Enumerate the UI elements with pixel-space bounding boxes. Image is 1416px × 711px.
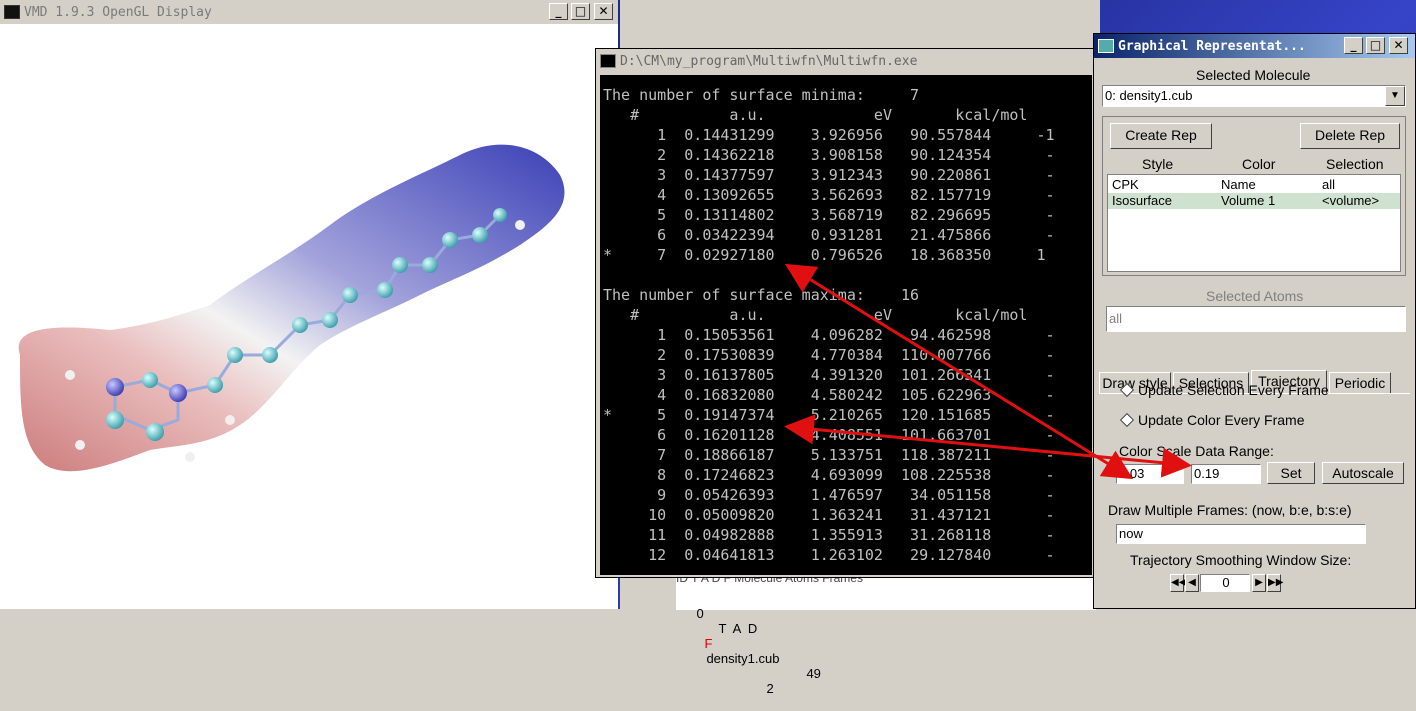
maxima-row: 6 0.16201128 4.408551 101.663701 - [603,426,1055,444]
update-color-option[interactable]: Update Color Every Frame [1119,412,1305,428]
maxima-row: 7 0.18866187 5.133751 118.387211 - [603,446,1055,464]
double-left-arrow-icon[interactable]: ◀◀ [1170,574,1186,592]
rep-color: Name [1221,177,1256,192]
close-button[interactable]: ✕ [1389,37,1408,54]
maximize-button[interactable]: □ [571,3,590,20]
minimize-button[interactable]: _ [549,3,568,20]
double-right-arrow-icon[interactable]: ▶▶ [1267,574,1283,592]
rep-selection: <volume> [1322,193,1380,208]
molecule-dropdown[interactable]: 0: density1.cub ▼ [1102,85,1406,107]
radio-diamond-icon[interactable] [1119,382,1135,398]
range-max-field[interactable]: 0.19 [1191,464,1261,484]
minima-row: 1 0.14431299 3.926956 90.557844 -1 [603,126,1055,144]
maxima-row: 9 0.05426393 1.476597 34.051158 - [603,486,1055,504]
maxima-row: 4 0.16832080 4.580242 105.622963 - [603,386,1055,404]
create-rep-button[interactable]: Create Rep [1110,123,1212,149]
console-window-title: D:\CM\my_program\Multiwfn\Multiwfn.exe [620,53,918,69]
col-header-color: Color [1242,156,1276,172]
rep-app-icon [1098,39,1114,53]
rep-titlebar[interactable]: Graphical Representat... _ □ ✕ [1094,34,1415,58]
close-button[interactable]: ✕ [594,3,613,20]
maxima-row: 11 0.04982888 1.355913 31.268118 - [603,526,1055,544]
minima-column-header: # a.u. eV kcal/mol [603,106,1028,124]
rep-selection: all [1322,177,1336,192]
maxima-row: 8 0.17246823 4.693099 108.225538 - [603,466,1055,484]
minima-row: 3 0.14377597 3.912343 90.220861 - [603,166,1055,184]
molecule-viewport[interactable] [0,25,618,609]
molecule-frames: 2 [766,681,774,696]
molecule-list-row[interactable]: 0 T A D F density1.cub 49 2 [682,591,821,711]
update-selection-label: Update Selection Every Frame [1138,382,1329,398]
tab-periodic[interactable]: Periodic [1329,372,1391,394]
maxima-header: The number of surface maxima: 16 [603,286,920,304]
molecule-flags[interactable]: T A D [718,621,757,636]
left-arrow-icon[interactable]: ◀ [1185,574,1199,592]
minima-row: 4 0.13092655 3.562693 82.157719 - [603,186,1055,204]
color-scale-label: Color Scale Data Range: [1119,443,1274,459]
maxima-row: 1 0.15053561 4.096282 94.462598 - [603,326,1055,344]
delete-rep-button[interactable]: Delete Rep [1300,123,1400,149]
rep-color: Volume 1 [1221,193,1276,208]
minima-row: 2 0.14362218 3.908158 90.124354 - [603,146,1055,164]
molecule-id: 0 [696,606,704,621]
maxima-row: 12 0.04641813 1.263102 29.127840 - [603,546,1055,564]
maxima-row: 3 0.16137805 4.391320 101.266341 - [603,366,1055,384]
minimize-button[interactable]: _ [1344,37,1363,54]
console-window[interactable]: D:\CM\my_program\Multiwfn\Multiwfn.exe T… [595,48,1095,578]
update-color-label: Update Color Every Frame [1138,412,1305,428]
molecule-atoms: 49 [806,666,821,681]
console-titlebar[interactable]: D:\CM\my_program\Multiwfn\Multiwfn.exe [596,49,1094,73]
maxima-row: 2 0.17530839 4.770384 110.007766 - [603,346,1055,364]
minima-row: * 7 0.02927180 0.796526 18.368350 1 [603,246,1046,264]
rep-row[interactable]: Isosurface Volume 1 <volume> [1108,193,1400,209]
smoothing-field[interactable]: 0 [1200,574,1250,592]
gl-window-title: VMD 1.9.3 OpenGL Display [24,4,212,20]
rep-style: CPK [1112,177,1139,192]
molecule-surface-render [18,144,565,472]
reps-list[interactable]: CPK Name all Isosurface Volume 1 <volume… [1107,174,1401,272]
console-app-icon [600,54,616,68]
minima-row: 5 0.13114802 3.568719 82.296695 - [603,206,1055,224]
chevron-down-icon[interactable]: ▼ [1385,86,1405,106]
rep-row[interactable]: CPK Name all [1108,177,1400,193]
col-header-style: Style [1142,156,1174,172]
graphical-representations-window[interactable]: Graphical Representat... _ □ ✕ Selected … [1093,33,1416,609]
maximize-button[interactable]: □ [1366,37,1385,54]
update-selection-option[interactable]: Update Selection Every Frame [1119,382,1329,398]
autoscale-button[interactable]: Autoscale [1322,462,1404,484]
gl-titlebar[interactable]: VMD 1.9.3 OpenGL Display _ □ ✕ [0,0,618,24]
radio-diamond-icon[interactable] [1119,412,1135,428]
maxima-column-header: # a.u. eV kcal/mol [603,306,1028,324]
console-output[interactable]: The number of surface minima: 7 # a.u. e… [600,75,1092,575]
vmd-app-icon [4,5,20,19]
rep-window-title: Graphical Representat... [1118,38,1306,54]
molecule-flag-f[interactable]: F [704,636,712,651]
molecule-name: density1.cub [706,651,780,666]
right-arrow-icon[interactable]: ▶ [1252,574,1266,592]
maxima-row: * 5 0.19147374 5.210265 120.151685 - [603,406,1055,424]
set-button[interactable]: Set [1267,462,1315,484]
vmd-opengl-window[interactable]: VMD 1.9.3 OpenGL Display _ □ ✕ [0,0,618,609]
smoothing-label: Trajectory Smoothing Window Size: [1130,552,1352,568]
rep-style: Isosurface [1112,193,1172,208]
selected-atoms-field[interactable]: all [1106,306,1406,332]
minima-row: 6 0.03422394 0.931281 21.475866 - [603,226,1055,244]
selected-atoms-label: Selected Atoms [1206,288,1304,304]
multiple-frames-field[interactable]: now [1116,524,1366,544]
maxima-row: 10 0.05009820 1.363241 31.437121 - [603,506,1055,524]
col-header-selection: Selection [1326,156,1384,172]
multiple-frames-label: Draw Multiple Frames: (now, b:e, b:s:e) [1108,502,1352,518]
molecule-dropdown-value: 0: density1.cub [1105,88,1193,103]
minima-header: The number of surface minima: 7 [603,86,920,104]
selected-molecule-label: Selected Molecule [1196,67,1311,83]
isosurface-shape [18,144,565,472]
range-min-field[interactable]: 0.03 [1116,464,1184,484]
